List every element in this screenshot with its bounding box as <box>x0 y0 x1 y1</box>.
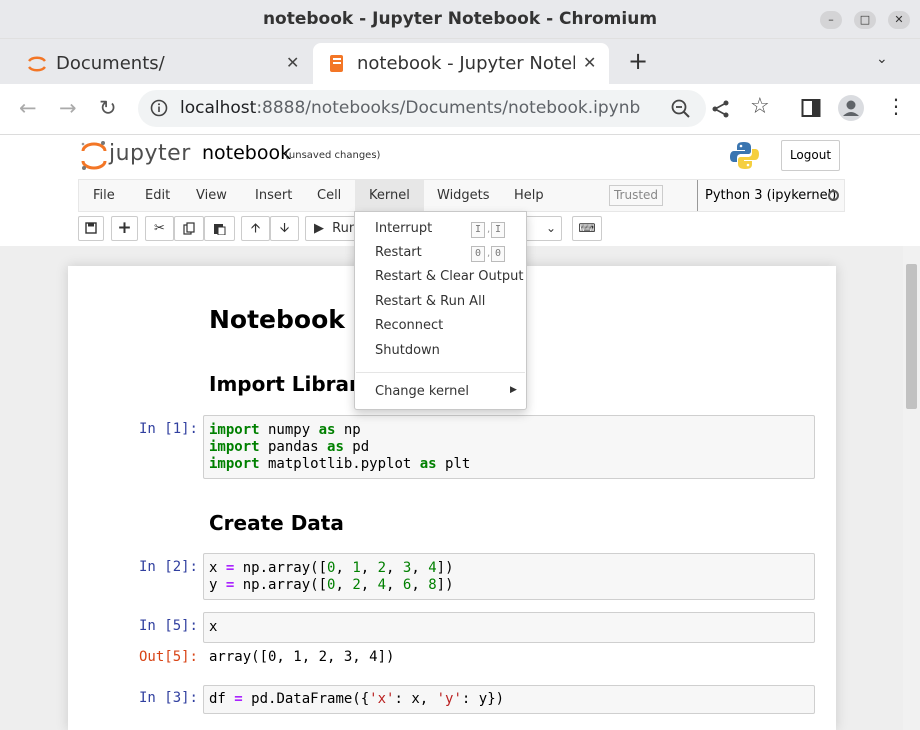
python-logo-icon <box>730 142 759 169</box>
menu-edit[interactable]: Edit <box>131 180 184 211</box>
menu-item-restart[interactable]: Restart 0 , 0 <box>375 245 515 262</box>
window-titlebar: notebook - Jupyter Notebook - Chromium –… <box>0 0 920 39</box>
jupyter-logo-icon[interactable] <box>80 140 108 172</box>
menu-item-change-kernel[interactable]: Change kernel ▶ <box>375 384 517 399</box>
run-play-icon: ▶ <box>314 221 324 236</box>
info-icon[interactable] <box>150 99 168 117</box>
more-menu-icon[interactable]: ⋮ <box>886 94 906 118</box>
kernel-name[interactable]: Python 3 (ipykernel) <box>697 180 836 211</box>
profile-avatar-icon[interactable] <box>838 95 864 121</box>
reload-icon[interactable]: ↻ <box>99 96 117 120</box>
tab-notebook[interactable]: notebook - Jupyter Noteb ✕ <box>313 43 609 84</box>
input-prompt: In [1]: <box>138 421 198 437</box>
new-tab-icon[interactable]: + <box>628 47 648 75</box>
minimize-button[interactable]: – <box>820 11 842 29</box>
menu-item-restart-run-all[interactable]: Restart & Run All <box>375 294 485 309</box>
save-status: (unsaved changes) <box>285 150 381 161</box>
menu-item-restart-clear-output[interactable]: Restart & Clear Output <box>375 269 523 284</box>
menu-help[interactable]: Help <box>500 180 558 211</box>
menu-widgets[interactable]: Widgets <box>423 180 504 211</box>
menu-item-reconnect[interactable]: Reconnect <box>375 318 443 333</box>
move-down-icon[interactable]: 🡫 <box>270 216 299 241</box>
code-cell-3[interactable]: x <box>203 612 815 643</box>
notebook-name[interactable]: notebook <box>202 142 291 164</box>
menu-divider <box>356 372 525 373</box>
address-bar[interactable]: localhost:8888/notebooks/Documents/noteb… <box>138 90 706 127</box>
shortcut-key: 0 <box>491 246 505 262</box>
trusted-badge[interactable]: Trusted <box>609 185 663 206</box>
cut-icon[interactable]: ✂ <box>145 216 174 241</box>
tab-close-icon[interactable]: ✕ <box>286 53 299 72</box>
jupyter-favicon-icon <box>28 56 46 72</box>
insert-cell-icon[interactable]: + <box>111 216 138 241</box>
code-cell-1[interactable]: import numpy as np import pandas as pd i… <box>203 415 815 479</box>
menubar: File Edit View Insert Cell Kernel Widget… <box>78 179 845 212</box>
menu-item-label: Restart <box>375 245 422 260</box>
move-up-icon[interactable]: 🡩 <box>241 216 270 241</box>
logout-button[interactable]: Logout <box>781 140 840 171</box>
input-prompt: In [3]: <box>138 690 198 706</box>
jupyter-header: jupyter notebook (unsaved changes) Logou… <box>0 135 920 179</box>
menu-item-shutdown[interactable]: Shutdown <box>375 343 440 358</box>
menu-insert[interactable]: Insert <box>241 180 306 211</box>
cell-output: array([0, 1, 2, 3, 4]) <box>209 649 395 665</box>
code-cell-2[interactable]: x = np.array([0, 1, 2, 3, 4]) y = np.arr… <box>203 553 815 600</box>
tab-label: Documents/ <box>56 53 165 74</box>
kernel-status-icon <box>828 190 839 201</box>
code-cell-4[interactable]: df = pd.DataFrame({'x': x, 'y': y}) <box>203 685 815 714</box>
input-prompt: In [5]: <box>138 618 198 634</box>
back-icon[interactable]: ← <box>19 96 37 120</box>
notebook-title-heading: Notebook <box>209 305 345 334</box>
shortcut-key: I <box>491 222 505 238</box>
keyboard-icon[interactable]: ⌨ <box>572 216 602 241</box>
scrollbar[interactable] <box>903 246 920 730</box>
share-icon[interactable] <box>710 98 732 120</box>
kernel-dropdown-menu: Interrupt I , I Restart 0 , 0 Restart & … <box>354 211 527 410</box>
close-window-button[interactable]: ✕ <box>888 11 910 29</box>
section-heading-create-data: Create Data <box>209 511 344 535</box>
tab-label: notebook - Jupyter Noteb <box>357 53 575 74</box>
menu-file[interactable]: File <box>79 180 129 211</box>
window-title: notebook - Jupyter Notebook - Chromium <box>262 9 658 29</box>
shortcut-key: I <box>471 222 485 238</box>
zoom-out-icon[interactable] <box>670 98 692 120</box>
bookmark-star-icon[interactable]: ☆ <box>750 94 770 119</box>
menu-item-label: Change kernel <box>375 384 469 399</box>
save-icon[interactable] <box>78 216 104 241</box>
copy-icon[interactable] <box>174 216 204 241</box>
menu-item-interrupt[interactable]: Interrupt I , I <box>375 221 515 238</box>
menu-cell[interactable]: Cell <box>303 180 355 211</box>
jupyter-brand-text: jupyter <box>109 141 191 166</box>
tab-strip: Documents/ ✕ notebook - Jupyter Noteb ✕ … <box>0 39 920 84</box>
submenu-arrow-icon: ▶ <box>510 385 517 395</box>
shortcut-key: 0 <box>471 246 485 262</box>
input-prompt: In [2]: <box>138 559 198 575</box>
tab-documents[interactable]: Documents/ ✕ <box>12 43 312 84</box>
navigation-bar: ← → ↻ localhost:8888/notebooks/Documents… <box>0 84 920 135</box>
output-prompt: Out[5]: <box>138 649 198 665</box>
menu-view[interactable]: View <box>182 180 241 211</box>
menu-item-label: Interrupt <box>375 221 433 236</box>
maximize-button[interactable]: □ <box>854 11 876 29</box>
url-path: :8888/notebooks/Documents/notebook.ipynb <box>256 98 641 118</box>
url-text: localhost:8888/notebooks/Documents/noteb… <box>180 98 640 118</box>
forward-icon[interactable]: → <box>59 96 77 120</box>
menu-kernel[interactable]: Kernel <box>355 180 424 211</box>
side-panel-icon[interactable] <box>801 98 821 118</box>
url-host: localhost <box>180 98 257 118</box>
tab-close-icon[interactable]: ✕ <box>583 53 596 72</box>
notebook-favicon-icon <box>330 55 343 72</box>
paste-icon[interactable] <box>204 216 235 241</box>
scrollbar-thumb[interactable] <box>906 264 917 409</box>
tab-search-chevron-icon[interactable]: ⌄ <box>876 51 888 67</box>
